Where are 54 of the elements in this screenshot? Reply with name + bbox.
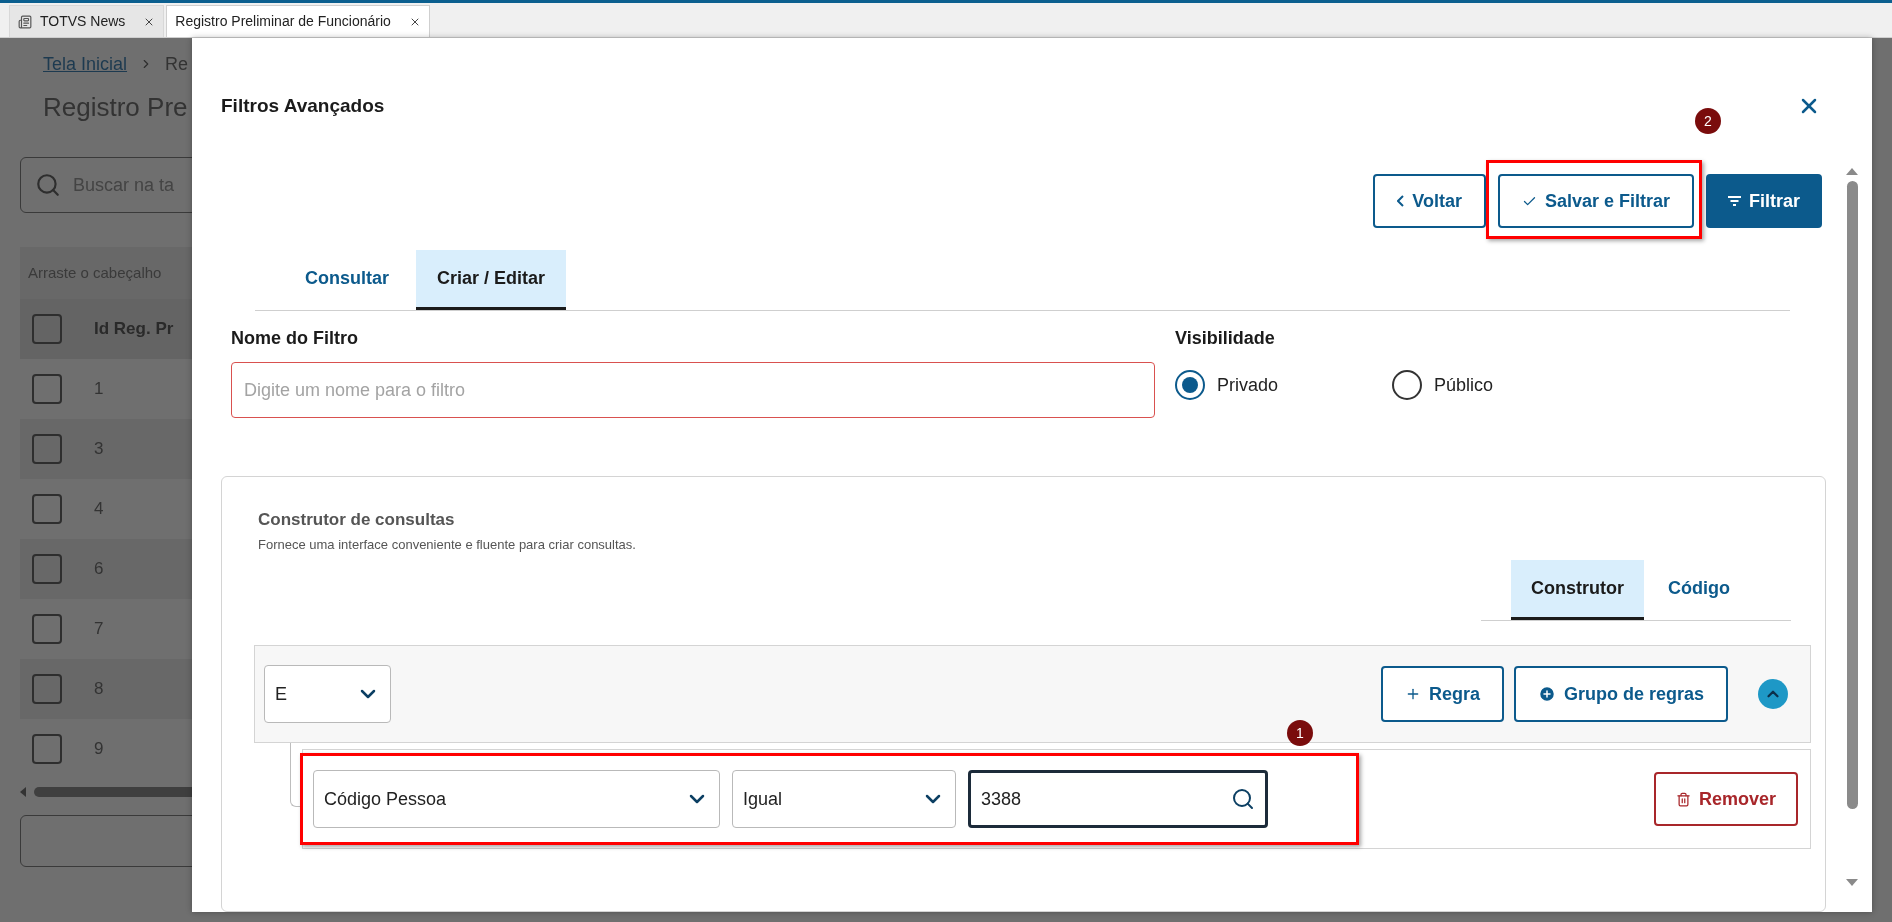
table-cell-text: 9: [94, 738, 104, 761]
checkbox[interactable]: [32, 494, 62, 524]
radio-option[interactable]: Público: [1392, 370, 1609, 400]
checkbox[interactable]: [32, 434, 62, 464]
field-label: Visibilidade: [1175, 327, 1276, 350]
plus-circle-icon: [1537, 685, 1556, 703]
tab[interactable]: Criar / Editar: [416, 250, 567, 310]
filter-icon: [1728, 196, 1741, 206]
page-title: Registro Pre: [43, 91, 188, 124]
operator-select[interactable]: E: [264, 665, 391, 723]
add-group-button[interactable]: Grupo de regras: [1513, 666, 1728, 722]
field-label: Nome do Filtro: [231, 327, 359, 350]
checkbox[interactable]: [32, 374, 62, 404]
scroll-down-icon[interactable]: [1846, 879, 1858, 886]
checkbox[interactable]: [32, 314, 62, 344]
search-icon: [35, 172, 61, 198]
filter-name-field[interactable]: Digite um nome para o filtro: [231, 362, 1155, 418]
browser-tab[interactable]: Registro Preliminar de Funcionário: [166, 5, 430, 37]
scrollbar-thumb[interactable]: [1846, 181, 1858, 809]
tab[interactable]: Construtor: [1511, 560, 1644, 620]
radio-button[interactable]: [1175, 370, 1205, 400]
breadcrumb-item: Re: [165, 52, 189, 76]
trash-icon: [1675, 791, 1691, 807]
tab[interactable]: Código: [1648, 560, 1750, 620]
checkbox[interactable]: [32, 674, 62, 704]
search-icon: [1231, 787, 1255, 811]
annotation-badge: 2: [1695, 108, 1721, 134]
checkbox[interactable]: [32, 734, 62, 764]
add-rule-button[interactable]: Regra: [1380, 666, 1504, 722]
section-description: Fornece uma interface conveniente e fluente para criar consultas.: [258, 535, 637, 554]
value-field[interactable]: 3388: [968, 770, 1268, 828]
remove-button[interactable]: Remover: [1653, 772, 1798, 826]
scroll-up-icon[interactable]: [1846, 168, 1858, 175]
collapse-icon[interactable]: [1758, 679, 1788, 709]
table-cell-text: 1: [94, 378, 104, 401]
checkbox[interactable]: [32, 554, 62, 584]
document-icon: [18, 14, 32, 29]
tab[interactable]: Consultar: [284, 250, 410, 310]
table-cell-text: 7: [94, 618, 104, 641]
table-cell-text: 4: [94, 498, 104, 521]
scroll-left-icon[interactable]: [20, 787, 26, 797]
filter-button[interactable]: Filtrar: [1706, 174, 1822, 228]
field-select[interactable]: Código Pessoa: [313, 770, 720, 828]
radio-option[interactable]: Privado: [1175, 370, 1392, 400]
save-and-filter-button[interactable]: Salvar e Filtrar: [1497, 174, 1694, 228]
chevron-left-icon: [1397, 195, 1405, 207]
radio-button[interactable]: [1392, 370, 1422, 400]
back-button[interactable]: Voltar: [1373, 174, 1486, 228]
condition-select[interactable]: Igual: [732, 770, 956, 828]
connector-line: [290, 743, 302, 807]
checkbox[interactable]: [32, 614, 62, 644]
section-title: Construtor de consultas: [258, 509, 456, 531]
browser-tab[interactable]: TOTVS News: [9, 5, 165, 37]
dialog-title: Filtros Avançados: [221, 93, 385, 118]
